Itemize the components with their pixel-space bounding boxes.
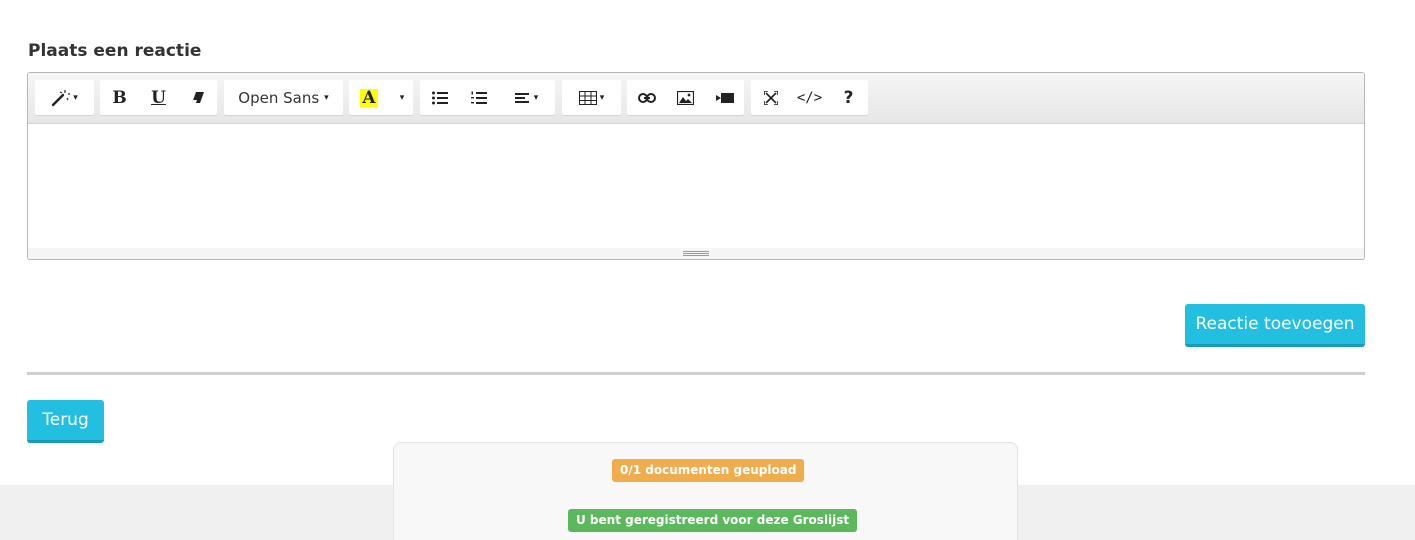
eraser-icon	[191, 91, 205, 104]
unordered-list-icon	[431, 91, 448, 105]
code-view-label: </>	[796, 89, 823, 106]
bold-button[interactable]: B	[100, 80, 139, 115]
chevron-down-icon: ▾	[533, 92, 539, 103]
back-button[interactable]: Terug	[27, 400, 104, 443]
table-dropdown[interactable]: ▾	[562, 80, 621, 115]
chevron-down-icon: ▾	[399, 92, 405, 103]
insert-video-button[interactable]	[705, 80, 744, 115]
insert-picture-button[interactable]	[666, 80, 705, 115]
highlight-letter: A	[360, 87, 378, 108]
help-button[interactable]: ?	[829, 80, 868, 115]
clear-format-button[interactable]	[178, 80, 217, 115]
highlight-color-button[interactable]: A	[349, 80, 389, 115]
fullscreen-icon	[763, 90, 778, 105]
font-style-group: B U	[100, 80, 217, 115]
status-panel: 0/1 documenten geupload U bent geregistr…	[393, 442, 1018, 540]
underline-label: U	[151, 87, 166, 108]
chevron-down-icon: ▾	[73, 92, 78, 103]
section-divider	[27, 372, 1365, 375]
font-name-group: Open Sans ▾	[224, 80, 343, 115]
font-name-dropdown[interactable]: Open Sans ▾	[224, 80, 343, 115]
picture-icon	[677, 90, 694, 105]
style-button[interactable]: ▾	[35, 80, 94, 115]
add-comment-button[interactable]: Reactie toevoegen	[1185, 304, 1365, 347]
paragraph-align-dropdown[interactable]: ▾	[498, 80, 555, 115]
rich-text-editor: ▾ B U Open Sans ▾ A ▾ ▾ ▾ </> ?	[27, 72, 1365, 260]
help-label: ?	[843, 87, 854, 108]
insert-group	[627, 80, 744, 115]
page: Plaats een reactie ▾ B U Open Sans ▾ A ▾…	[0, 0, 1415, 540]
chevron-down-icon: ▾	[599, 92, 605, 103]
chevron-down-icon: ▾	[324, 92, 329, 103]
editor-toolbar: ▾ B U Open Sans ▾ A ▾ ▾ ▾ </> ?	[28, 73, 1364, 124]
table-group: ▾	[562, 80, 621, 115]
align-icon	[514, 92, 529, 104]
font-name-label: Open Sans	[238, 88, 320, 107]
code-view-button[interactable]: </>	[790, 80, 829, 115]
style-group: ▾	[35, 80, 94, 115]
paragraph-group: ▾	[420, 80, 555, 115]
video-icon	[715, 92, 734, 103]
registration-badge: U bent geregistreerd voor deze Groslijst	[568, 509, 858, 532]
bold-label: B	[112, 87, 127, 108]
link-icon	[637, 92, 656, 103]
color-group: A ▾	[349, 80, 413, 115]
resize-grip-icon[interactable]	[683, 251, 709, 256]
editor-resize-bar[interactable]	[28, 248, 1364, 259]
view-group: </> ?	[751, 80, 868, 115]
color-dropdown-button[interactable]: ▾	[389, 80, 413, 115]
unordered-list-button[interactable]	[420, 80, 459, 115]
fullscreen-button[interactable]	[751, 80, 790, 115]
underline-button[interactable]: U	[139, 80, 178, 115]
editor-content-area[interactable]	[28, 125, 1364, 249]
ordered-list-button[interactable]	[459, 80, 498, 115]
insert-link-button[interactable]	[627, 80, 666, 115]
ordered-list-icon	[470, 91, 487, 105]
comment-heading: Plaats een reactie	[28, 41, 202, 61]
table-icon	[578, 90, 597, 105]
documents-uploaded-badge: 0/1 documenten geupload	[612, 459, 805, 482]
magic-wand-icon	[51, 89, 71, 107]
